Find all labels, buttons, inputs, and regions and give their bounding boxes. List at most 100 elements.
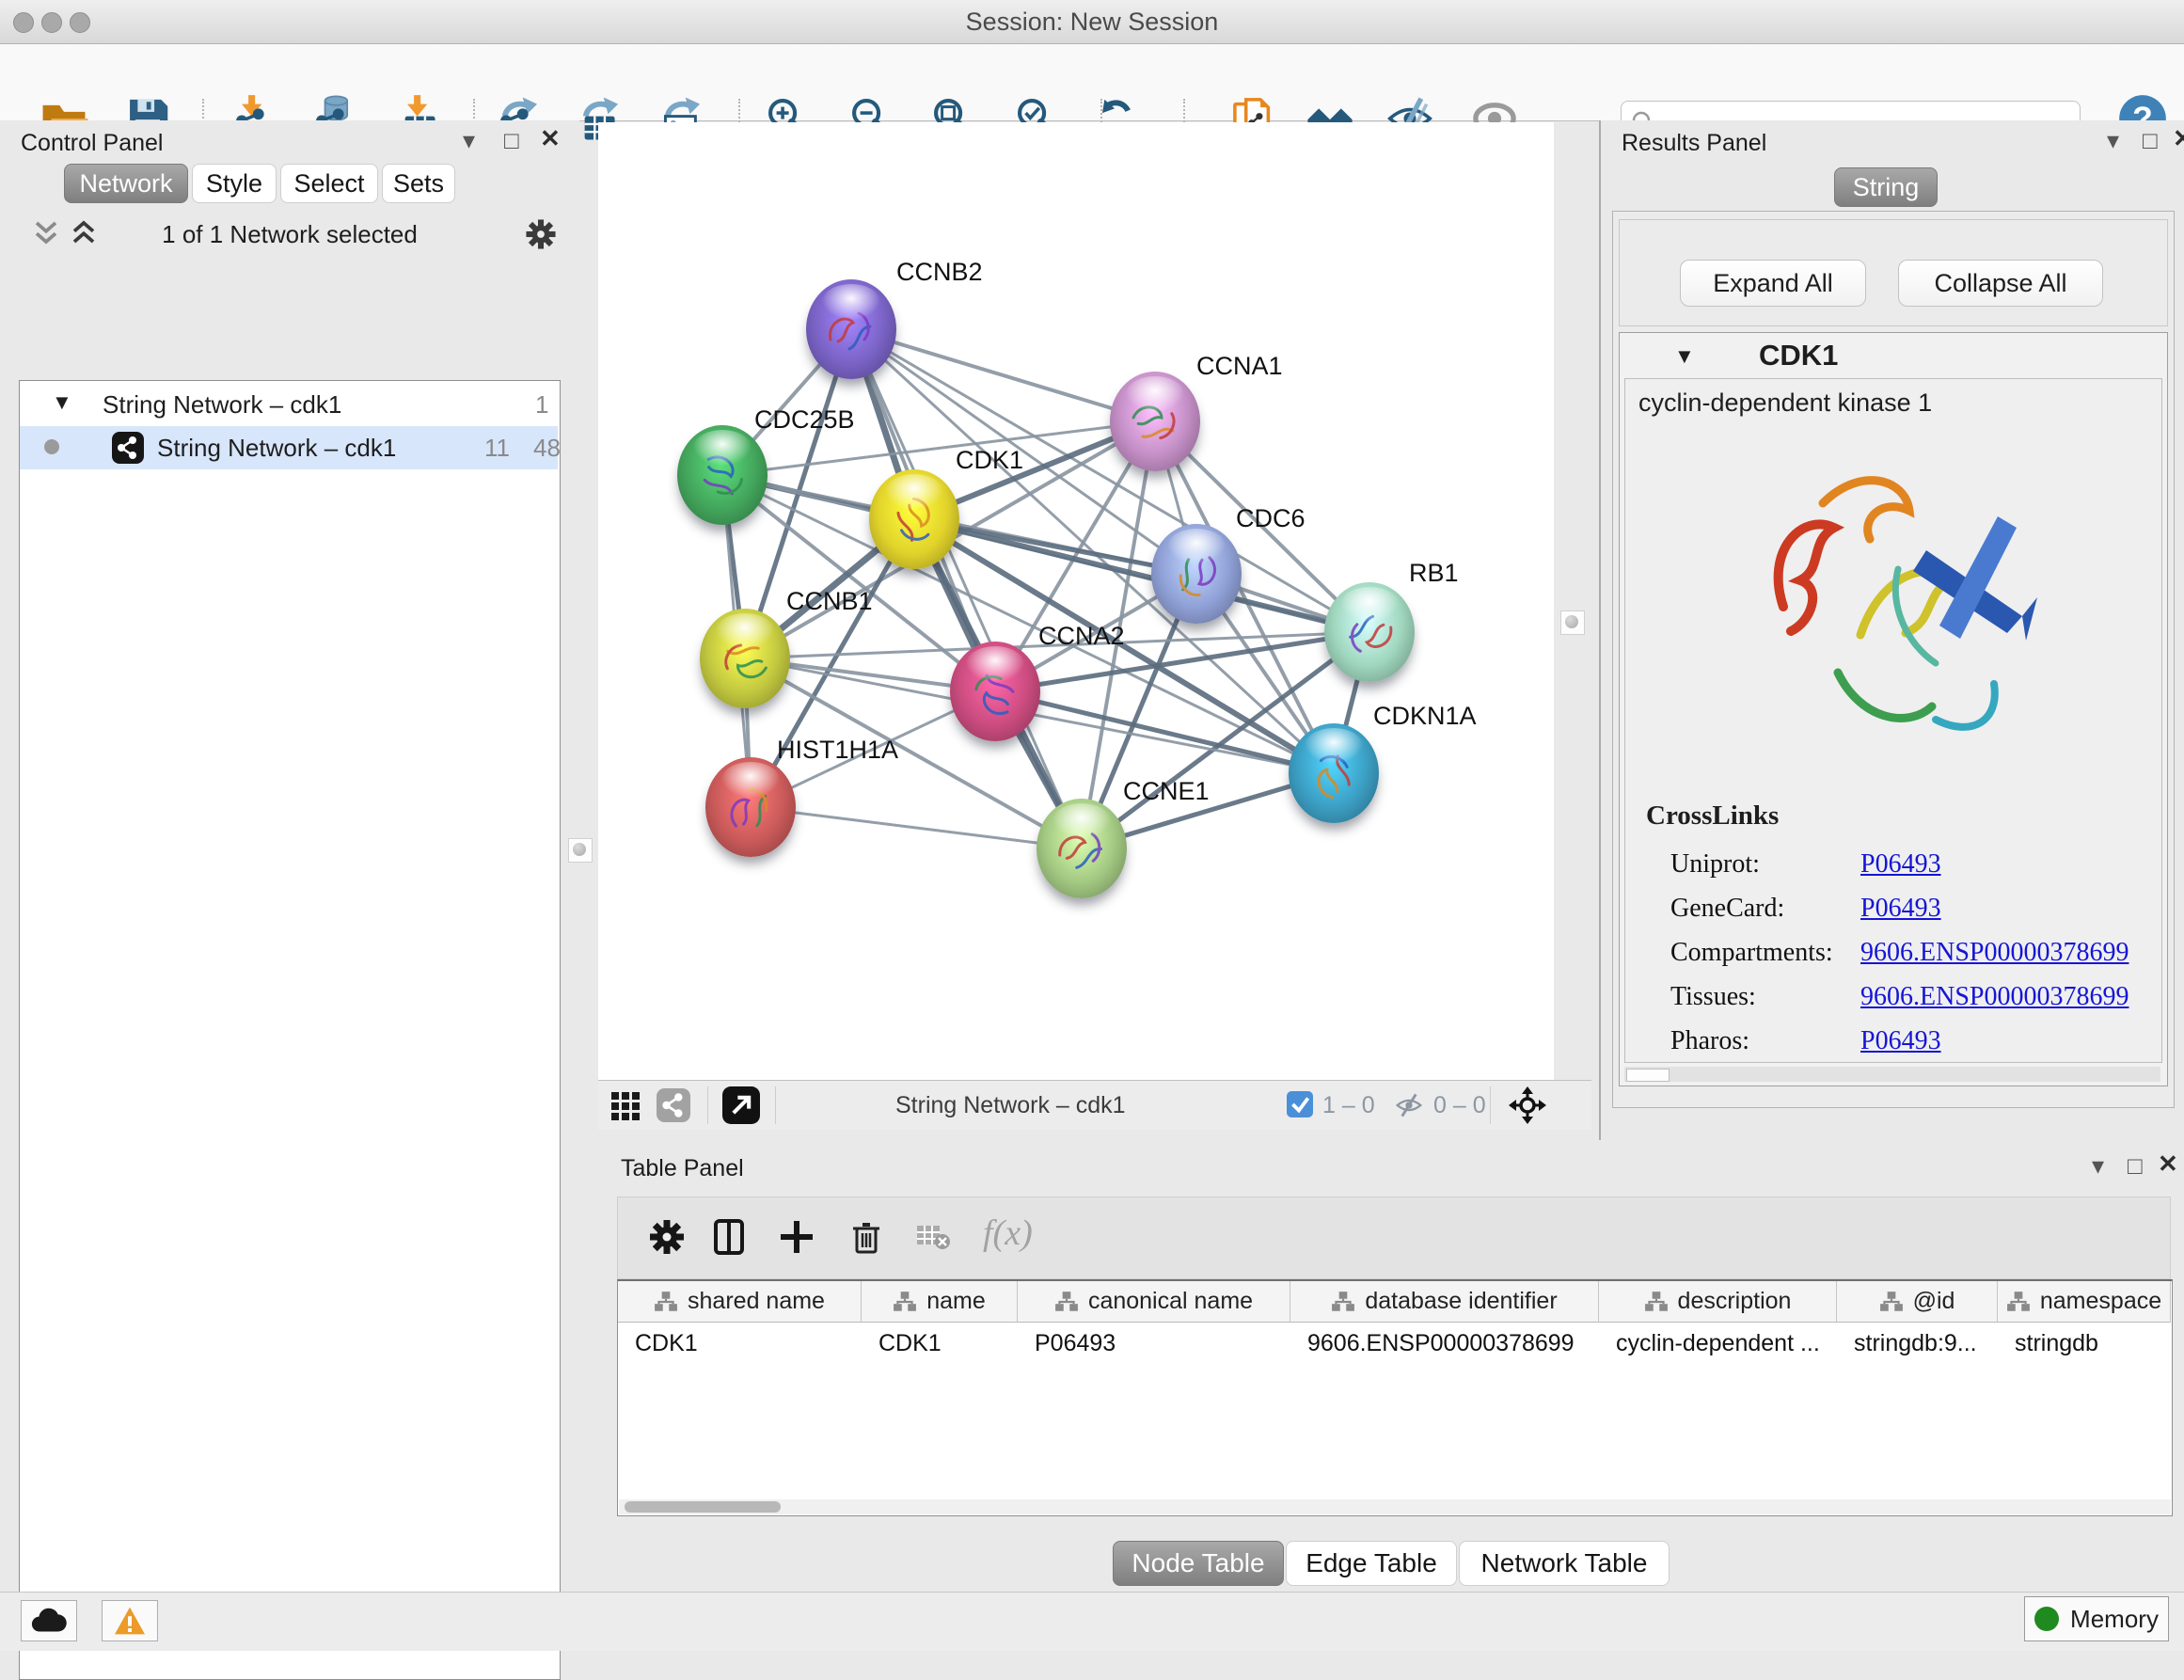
selected-checkbox-icon[interactable] [1287, 1091, 1313, 1122]
table-cell[interactable]: P06493 [1018, 1323, 1290, 1364]
collapse-all-button[interactable]: Collapse All [1898, 260, 2103, 307]
crosslink-row: GeneCard:P06493 [1670, 894, 1784, 924]
protein-ribbon-thumb [720, 780, 781, 838]
panel-menu-icon[interactable]: ▾ [2092, 1151, 2104, 1181]
tab-string[interactable]: String [1834, 167, 1938, 207]
table-cell[interactable]: cyclin-dependent ... [1599, 1323, 1837, 1364]
column-header-description[interactable]: description [1599, 1281, 1837, 1323]
network-node-count: 11 [484, 434, 510, 463]
protein-structure-image [1748, 437, 2049, 790]
crosslink-value-link[interactable]: 9606.ENSP00000378699 [1860, 938, 2129, 968]
network-list: ▼ String Network – cdk1 1 String Network… [19, 380, 561, 1680]
network-edges [598, 122, 1554, 1080]
network-badge-icon[interactable] [657, 1088, 690, 1127]
column-header-canonical-name[interactable]: canonical name [1018, 1281, 1290, 1323]
select-columns-icon[interactable] [708, 1216, 750, 1262]
crosslinks-title: CrossLinks [1646, 800, 1779, 832]
network-row[interactable]: String Network – cdk1 11 48 [20, 426, 558, 469]
tab-network-table[interactable]: Network Table [1459, 1541, 1670, 1586]
crosslink-value-link[interactable]: P06493 [1860, 894, 1941, 924]
column-header-name[interactable]: name [862, 1281, 1018, 1323]
card-expander-icon[interactable]: ▼ [1674, 344, 1695, 369]
network-canvas[interactable]: CCNB2 CCNA1 CDC25B CDK1 CDC6 RB1 CCNB1 [598, 122, 1554, 1080]
edge-CCNB2-CCNA1[interactable] [851, 329, 1155, 421]
panel-menu-icon[interactable]: ▾ [463, 126, 475, 155]
column-header-at-id[interactable]: @id [1837, 1281, 1998, 1323]
node-label-CDC6: CDC6 [1236, 504, 1306, 533]
crosslink-value-link[interactable]: 9606.ENSP00000378699 [1860, 982, 2129, 1012]
tab-edge-table[interactable]: Edge Table [1286, 1541, 1457, 1586]
node-CCNB2[interactable] [806, 279, 896, 379]
results-panel: Results Panel ▾ □ ✕ String Expand All Co… [1599, 120, 2184, 1148]
tab-style[interactable]: Style [192, 164, 277, 203]
memory-button[interactable]: Memory [2024, 1596, 2169, 1641]
open-in-window-icon[interactable] [722, 1086, 760, 1129]
grid-view-icon[interactable] [609, 1088, 643, 1127]
right-splitter-handle[interactable] [1560, 610, 1585, 635]
crosslink-value-link[interactable]: P06493 [1860, 849, 1941, 880]
panel-menu-icon[interactable]: ▾ [2107, 126, 2119, 155]
crosslink-value-link[interactable]: P06493 [1860, 1026, 1941, 1056]
panel-float-icon[interactable]: □ [2128, 1151, 2143, 1181]
panel-close-icon[interactable]: ✕ [2173, 124, 2184, 153]
column-header-shared-name[interactable]: shared name [618, 1281, 862, 1323]
warnings-button[interactable] [102, 1600, 158, 1641]
collection-count: 1 [535, 390, 548, 420]
node-CCNE1[interactable] [1037, 799, 1127, 898]
edge-HIST1H1A-CCNE1[interactable] [751, 807, 1082, 848]
node-CCNB1[interactable] [700, 609, 790, 708]
warning-icon [113, 1606, 147, 1636]
function-builder-icon: f(x) [979, 1209, 1054, 1262]
gene-name: CDK1 [1759, 339, 1838, 372]
tree-expander-icon[interactable]: ▼ [52, 390, 72, 415]
node-HIST1H1A[interactable] [705, 757, 796, 857]
tab-node-table[interactable]: Node Table [1113, 1541, 1284, 1586]
node-CDC6[interactable] [1151, 524, 1242, 624]
column-header-label: namespace [2040, 1288, 2161, 1315]
crosslink-label: Uniprot: [1670, 849, 1760, 879]
cloud-button[interactable] [21, 1600, 77, 1641]
protein-ribbon-thumb [1052, 821, 1112, 880]
node-CDK1[interactable] [869, 469, 959, 569]
table-cell[interactable]: CDK1 [862, 1323, 1018, 1364]
panel-close-icon[interactable]: ✕ [2158, 1149, 2178, 1179]
crosslink-label: GeneCard: [1670, 894, 1784, 923]
panel-close-icon[interactable]: ✕ [540, 124, 561, 153]
string-results-box: Expand All Collapse All ▼ CDK1 cyclin-de… [1612, 211, 2175, 1108]
panel-float-icon[interactable]: □ [2143, 126, 2158, 155]
node-CCNA1[interactable] [1110, 372, 1200, 471]
crosslink-row: Compartments:9606.ENSP00000378699 [1670, 938, 1833, 968]
column-header-namespace[interactable]: namespace [1998, 1281, 2171, 1323]
network-collection-row[interactable]: ▼ String Network – cdk1 1 [20, 383, 558, 426]
node-table[interactable]: shared name name canonical name database… [617, 1279, 2173, 1516]
tab-sets[interactable]: Sets [382, 164, 455, 203]
node-CDKN1A[interactable] [1289, 723, 1379, 823]
table-cell[interactable]: stringdb [1998, 1323, 2171, 1364]
table-cell[interactable]: 9606.ENSP00000378699 [1290, 1323, 1599, 1364]
node-CDC25B[interactable] [677, 425, 768, 525]
table-horizontal-scrollbar[interactable] [619, 1499, 2171, 1514]
panel-float-icon[interactable]: □ [504, 126, 519, 155]
hidden-count: 0 – 0 [1433, 1092, 1486, 1119]
node-label-CCNA2: CCNA2 [1038, 622, 1125, 651]
left-splitter-handle[interactable] [568, 838, 593, 863]
card-horizontal-scrollbar[interactable] [1624, 1067, 2160, 1082]
create-column-icon[interactable] [776, 1216, 817, 1262]
edge-CCNB2-CCNE1[interactable] [851, 329, 1082, 848]
table-cell[interactable]: CDK1 [618, 1323, 862, 1364]
tab-network[interactable]: Network [64, 164, 188, 203]
edge-CCNA2-CDKN1A[interactable] [995, 691, 1334, 773]
string-app-icon [112, 432, 144, 470]
node-CCNA2[interactable] [950, 642, 1040, 741]
delete-column-icon[interactable] [846, 1216, 887, 1262]
fit-crosshair-icon[interactable] [1507, 1085, 1548, 1131]
column-header-database-identifier[interactable]: database identifier [1290, 1281, 1599, 1323]
table-cell[interactable]: stringdb:9... [1837, 1323, 1998, 1364]
expand-all-button[interactable]: Expand All [1680, 260, 1866, 307]
node-RB1[interactable] [1324, 582, 1415, 682]
options-gear-icon[interactable] [523, 216, 559, 257]
table-gear-icon[interactable] [646, 1216, 688, 1262]
node-label-CCNB1: CCNB1 [786, 587, 873, 616]
crosslink-label: Tissues: [1670, 982, 1756, 1011]
tab-select[interactable]: Select [280, 164, 378, 203]
